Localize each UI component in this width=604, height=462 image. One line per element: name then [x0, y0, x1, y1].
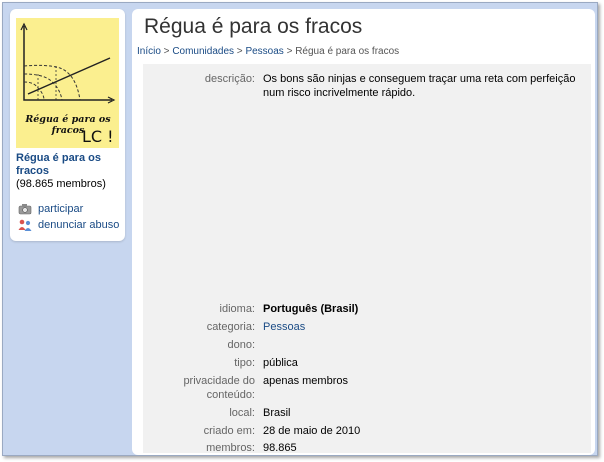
screenshot-frame: Régua é para os fracos LC ! Régua é para…	[0, 0, 604, 462]
join-button[interactable]: participar	[18, 203, 83, 215]
location-value: Brasil	[263, 407, 291, 419]
type-value: pública	[263, 357, 298, 369]
breadcrumb-home[interactable]: Início	[137, 46, 161, 57]
detail-label: privacidade do conteúdo:	[183, 375, 255, 401]
detail-label: categoria:	[206, 321, 255, 333]
page-background: Régua é para os fracos LC ! Régua é para…	[2, 2, 598, 456]
people-icon	[18, 219, 32, 231]
members-value: 98.865	[263, 442, 297, 454]
detail-label: tipo:	[234, 357, 255, 369]
breadcrumb-separator: >	[283, 46, 296, 57]
join-label: participar	[38, 203, 84, 215]
member-count: (98.865 membros)	[16, 178, 106, 190]
page-title: Régua é para os fracos	[144, 15, 363, 38]
report-abuse-button[interactable]: denunciar abuso	[18, 219, 119, 231]
detail-label: membros:	[206, 442, 255, 454]
description-text: Os bons são ninjas e conseguem traçar um…	[263, 73, 576, 99]
language-value: Português (Brasil)	[263, 303, 359, 315]
created-value: 28 de maio de 2010	[263, 425, 361, 437]
detail-label: local:	[229, 407, 255, 419]
category-link[interactable]: Pessoas	[263, 320, 588, 334]
logo-signature: LC !	[82, 127, 114, 146]
breadcrumb-communities[interactable]: Comunidades	[172, 46, 234, 57]
detail-label: criado em:	[203, 425, 255, 437]
breadcrumb-separator: >	[160, 46, 173, 57]
detail-label: idioma:	[219, 303, 255, 315]
community-logo[interactable]: Régua é para os fracos LC !	[16, 18, 119, 148]
community-sidebar: Régua é para os fracos LC ! Régua é para…	[10, 9, 125, 241]
breadcrumb: Início > Comunidades > Pessoas > Régua é…	[137, 46, 399, 57]
community-details: descrição: Os bons são ninjas e consegue…	[143, 64, 591, 454]
detail-label: descrição:	[204, 73, 255, 85]
report-abuse-label: denunciar abuso	[38, 219, 120, 231]
breadcrumb-current: Régua é para os fracos	[295, 46, 400, 57]
community-name-link[interactable]: Régua é para os fracos	[16, 152, 121, 178]
camera-icon	[18, 204, 32, 215]
breadcrumb-separator: >	[234, 46, 246, 57]
breadcrumb-people[interactable]: Pessoas	[245, 46, 283, 57]
privacy-value: apenas membros	[263, 375, 348, 387]
community-profile-card: Régua é para os fracos Início > Comunida…	[132, 9, 595, 455]
detail-label: dono:	[227, 339, 255, 351]
